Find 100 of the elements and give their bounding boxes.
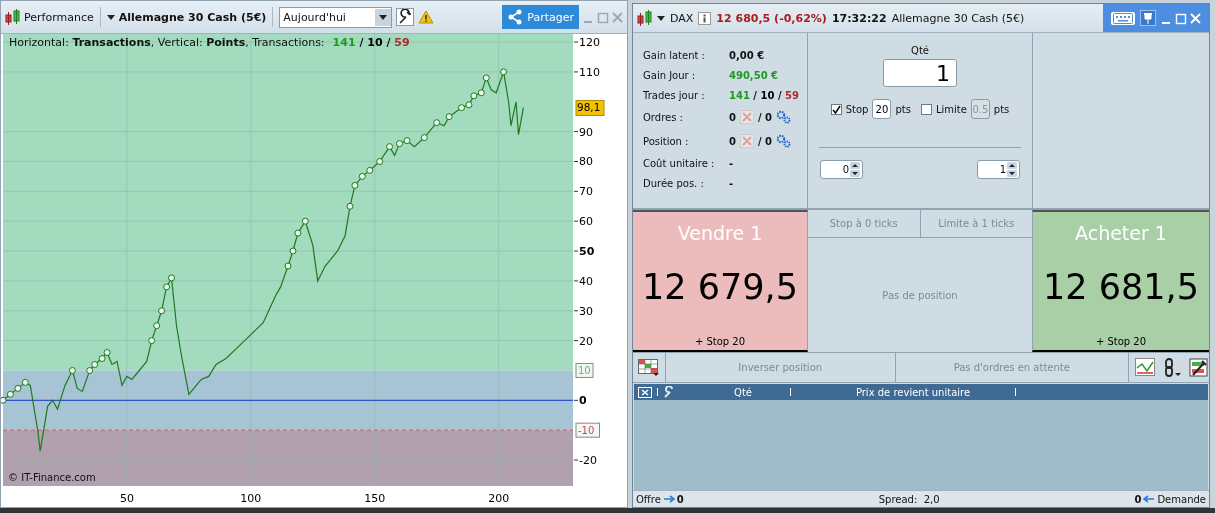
point (346, 202, 354, 210)
spin-arrows-icon[interactable] (850, 162, 860, 177)
y-tick-label: 90 (579, 125, 593, 139)
point (366, 166, 374, 174)
y-tick-label: 30 (573, 304, 593, 318)
point (386, 143, 394, 151)
point (158, 307, 166, 315)
y-tick-label: 110 (573, 65, 600, 79)
y-tick-label: 30 (579, 304, 593, 318)
sell-button[interactable]: Vendre 1 12 679,5 + Stop 20 (633, 210, 808, 352)
trade-counts: 141 / 10 / 59 (729, 89, 799, 101)
stat-value: 0,00 € (729, 49, 765, 61)
y-tick-label: 0 (579, 394, 587, 408)
x-tick-label: 100 (240, 492, 262, 505)
stat-label: Position : (643, 135, 690, 147)
quantity-label: Qté (911, 45, 929, 56)
point (396, 140, 403, 148)
point (433, 119, 441, 127)
x-tick-label: 200 (488, 492, 510, 505)
demand-value: 0 (1134, 493, 1142, 505)
stat-value: 490,50 € (729, 69, 779, 81)
window-title: Performance (24, 10, 94, 24)
line-chart-icon[interactable] (1135, 357, 1155, 376)
point (98, 355, 106, 362)
order-count: / 0 (757, 135, 773, 147)
point (168, 274, 175, 282)
y-tick-label: 50 (579, 245, 595, 259)
point (289, 247, 297, 255)
buy-button[interactable]: Acheter 1 12 681,5 + Stop 20 (1032, 210, 1209, 352)
point (91, 361, 99, 368)
instrument-name: Allemagne 30 Cash (5€) (118, 10, 267, 24)
candlestick-icon (637, 9, 652, 27)
point (470, 92, 478, 100)
grid-icon[interactable] (637, 358, 660, 377)
period-dropdown[interactable]: Aujourd'hui (279, 6, 393, 28)
warning-icon (418, 10, 435, 24)
arrow-right-icon (662, 495, 675, 503)
settings-button[interactable] (396, 8, 415, 26)
y-tick-label: 0 (573, 394, 587, 408)
keyboard-icon[interactable] (1111, 11, 1135, 25)
spinner-field[interactable]: 0 (820, 160, 863, 179)
window-controls-icon[interactable] (1161, 10, 1201, 26)
spinner-field[interactable]: 1 (977, 160, 1020, 179)
stat-label: Ordres : (643, 111, 684, 123)
info-icon[interactable] (698, 11, 712, 25)
wrench-icon[interactable] (663, 386, 675, 398)
point (351, 181, 359, 189)
stat-label: Gain Jour : (643, 69, 697, 81)
point (284, 262, 292, 270)
quantity-field[interactable]: 1 (883, 59, 957, 87)
trade-counts: 141 / 10 / 59 (332, 36, 410, 49)
point (458, 104, 465, 112)
x-tick-label: 50 (119, 492, 134, 505)
column-header[interactable]: Qté (678, 386, 788, 398)
demand-label: Demande (1157, 493, 1206, 505)
y-tick-label: -20 (579, 454, 597, 468)
stat-label: Coût unitaire : (643, 157, 716, 169)
y-tick-label: 60 (573, 215, 593, 229)
position-status: Pas de position (881, 288, 959, 303)
close-columns-icon[interactable] (638, 386, 652, 398)
point (68, 367, 76, 374)
point (148, 337, 156, 345)
stat-label: Trades jour : (643, 89, 706, 101)
share-icon (507, 9, 524, 25)
gears-icon[interactable] (776, 110, 792, 124)
order-count: 0 (729, 111, 736, 123)
caret-icon[interactable] (657, 15, 665, 21)
point (358, 172, 366, 180)
y-tick-label: 50 (573, 245, 595, 259)
share-button[interactable]: Partager (502, 5, 579, 29)
stat-label: Durée pos. : (643, 177, 705, 189)
y-tick-label: 20 (573, 334, 593, 348)
order-count: 0 (729, 135, 736, 147)
points-field[interactable]: 20 (872, 99, 892, 119)
tool-icon[interactable] (1189, 357, 1209, 378)
link-icon[interactable] (1163, 357, 1181, 378)
y-tick-label: 90 (573, 125, 593, 139)
unit-label: pts (993, 103, 1010, 115)
threshold-label: -10 (575, 422, 600, 438)
offer-label: Offre (636, 493, 661, 505)
x-tick-label: 150 (364, 492, 386, 505)
caret-icon[interactable] (106, 14, 115, 20)
stat-value: - (729, 157, 734, 169)
stat-label: Gain latent : (643, 49, 706, 61)
y-tick-label: 20 (579, 334, 593, 348)
point (153, 322, 161, 330)
gears-icon[interactable] (776, 134, 792, 148)
y-tick-label: 80 (573, 155, 593, 169)
caret-icon (379, 14, 388, 20)
column-header[interactable]: Prix de revient unitaire (793, 386, 1013, 398)
copyright-text: © IT-Finance.com (8, 472, 96, 483)
clock-time: 17:32:22 (831, 11, 887, 25)
checkbox[interactable] (830, 103, 842, 115)
current-value-label: 98,1 (575, 99, 605, 116)
pin-icon[interactable] (1140, 10, 1156, 26)
point (445, 113, 453, 121)
point (465, 101, 473, 109)
point (403, 137, 411, 145)
point (482, 74, 490, 82)
spin-arrows-icon[interactable] (1007, 162, 1017, 177)
